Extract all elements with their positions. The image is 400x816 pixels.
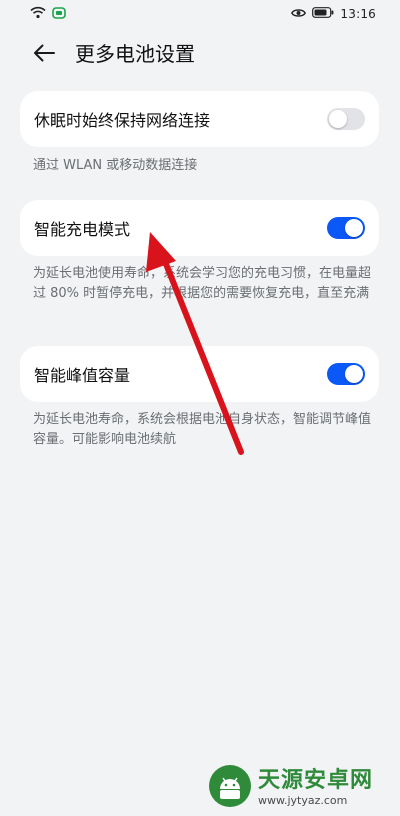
watermark-text: 天源安卓网 www.jytyaz.com [258, 768, 373, 808]
android-logo-icon [208, 764, 252, 812]
arrow-left-icon [33, 44, 55, 66]
app-header: 更多电池设置 [0, 32, 400, 76]
back-button[interactable] [30, 41, 58, 69]
keep-network-toggle[interactable] [327, 108, 365, 130]
battery-icon [312, 7, 334, 21]
setting-smart-charging-mode[interactable]: 智能充电模式 [20, 200, 379, 256]
setting-label: 智能充电模式 [34, 220, 131, 239]
status-bar: 13:16 [0, 0, 400, 28]
setting-label: 智能峰值容量 [34, 366, 131, 385]
eye-icon [291, 7, 307, 21]
setting-description: 为延长电池寿命，系统会根据电池自身状态，智能调节峰值容量。可能影响电池续航 [33, 412, 372, 447]
toggle-knob [345, 365, 363, 383]
setting-smart-peak-capacity[interactable]: 智能峰值容量 [20, 346, 379, 402]
setting-label: 休眠时始终保持网络连接 [34, 111, 211, 130]
smart-peak-capacity-toggle[interactable] [327, 363, 365, 385]
status-time: 13:16 [340, 7, 376, 21]
status-left-icons [30, 6, 66, 22]
watermark: 天源安卓网 www.jytyaz.com [208, 760, 400, 816]
toggle-knob [329, 110, 347, 128]
watermark-title: 天源安卓网 [258, 768, 374, 793]
setting-description: 为延长电池使用寿命，系统会学习您的充电习惯，在电量超过 80% 时暂停充电，并根… [33, 266, 372, 301]
setting-keep-network-during-sleep[interactable]: 休眠时始终保持网络连接 [20, 91, 379, 147]
setting-description: 通过 WLAN 或移动数据连接 [33, 158, 198, 173]
status-right-icons: 13:16 [291, 7, 376, 21]
smart-charging-toggle[interactable] [327, 217, 365, 239]
page-title: 更多电池设置 [75, 42, 195, 66]
battery-saver-icon [52, 6, 66, 22]
toggle-knob [345, 219, 363, 237]
watermark-url: www.jytyaz.com [258, 794, 348, 807]
wifi-icon [30, 6, 46, 22]
